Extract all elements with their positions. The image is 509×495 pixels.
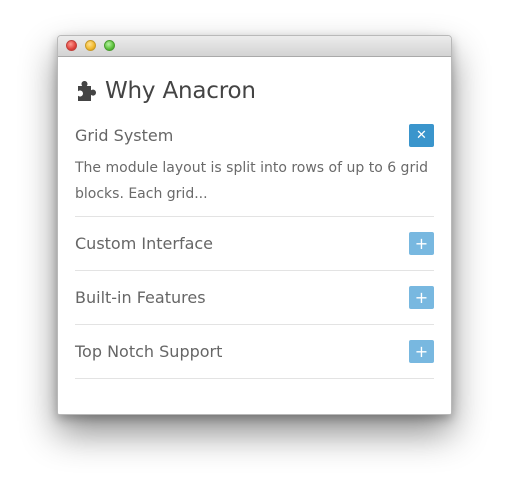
expand-button[interactable]: + — [409, 340, 434, 363]
features-accordion: Grid System ✕ The module layout is split… — [75, 123, 434, 379]
collapse-button[interactable]: ✕ — [409, 123, 434, 147]
puzzle-piece-icon — [78, 81, 96, 101]
accordion-label: Built-in Features — [75, 288, 206, 307]
accordion-header[interactable]: Top Notch Support + — [75, 325, 434, 378]
page-header: Why Anacron — [75, 76, 434, 106]
accordion-label: Top Notch Support — [75, 342, 223, 361]
accordion-header[interactable]: Custom Interface + — [75, 217, 434, 270]
close-window-icon[interactable] — [66, 40, 77, 51]
expand-button[interactable]: + — [409, 286, 434, 309]
accordion-body: The module layout is split into rows of … — [75, 160, 428, 202]
accordion-item-custom-interface: Custom Interface + — [75, 217, 434, 271]
expand-button[interactable]: + — [409, 232, 434, 255]
accordion-header[interactable]: Grid System ✕ — [75, 123, 434, 147]
app-window: Why Anacron Grid System ✕ The module lay… — [57, 35, 452, 415]
page-title: Why Anacron — [105, 78, 256, 104]
accordion-item-built-in-features: Built-in Features + — [75, 271, 434, 325]
accordion-item-grid-system: Grid System ✕ The module layout is split… — [75, 123, 434, 217]
accordion-label: Grid System — [75, 125, 174, 145]
minimize-window-icon[interactable] — [85, 40, 96, 51]
accordion-item-top-notch-support: Top Notch Support + — [75, 325, 434, 379]
main-content: Why Anacron Grid System ✕ The module lay… — [58, 76, 451, 379]
maximize-window-icon[interactable] — [104, 40, 115, 51]
accordion-label: Custom Interface — [75, 234, 214, 253]
accordion-header[interactable]: Built-in Features + — [75, 271, 434, 324]
window-titlebar[interactable] — [58, 36, 451, 57]
stage: Why Anacron Grid System ✕ The module lay… — [0, 0, 509, 495]
